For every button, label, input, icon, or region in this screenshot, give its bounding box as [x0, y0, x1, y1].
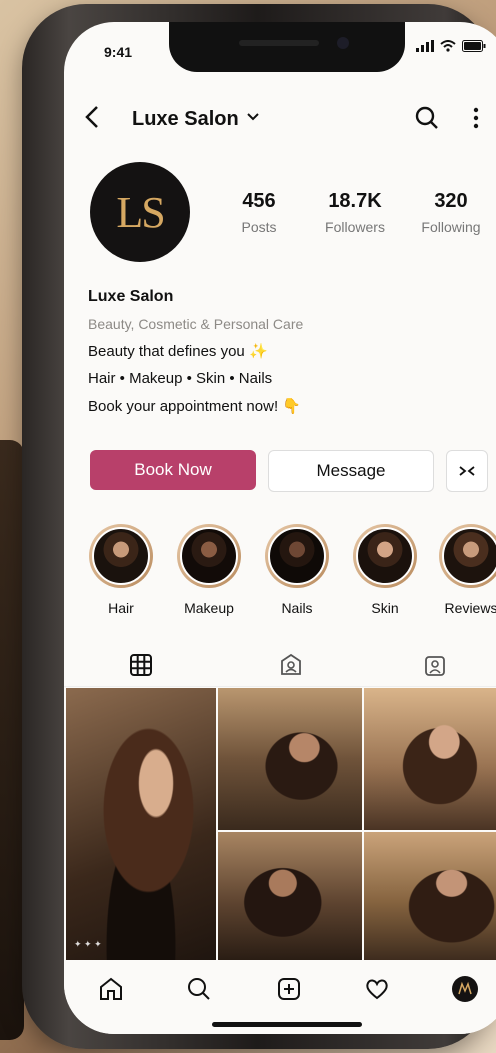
stat-posts[interactable]: 456 Posts — [214, 190, 304, 235]
add-icon[interactable] — [274, 974, 304, 1004]
tagged-tab[interactable] — [420, 650, 450, 680]
back-arrow-icon[interactable] — [84, 104, 100, 136]
highlight-makeup[interactable]: Makeup — [174, 524, 244, 616]
highlight-ring — [439, 524, 496, 588]
highlight-image — [92, 527, 150, 585]
status-time: 9:41 — [104, 44, 133, 60]
highlight-image — [356, 527, 414, 585]
home-indicator[interactable] — [212, 1022, 362, 1027]
highlight-label: Skin — [371, 600, 399, 616]
expand-arrows-icon — [459, 466, 475, 476]
highlight-ring — [89, 524, 153, 588]
highlight-label: Hair — [108, 600, 134, 616]
highlight-skin[interactable]: Skin — [350, 524, 420, 616]
stat-following[interactable]: 320 Following — [406, 190, 496, 235]
wifi-icon — [440, 40, 456, 52]
stat-label: Posts — [241, 219, 277, 235]
search-icon[interactable] — [414, 105, 440, 136]
post-thumbnail[interactable] — [364, 832, 496, 960]
grid-icon — [130, 654, 152, 676]
profile-bio: Luxe Salon Beauty, Cosmetic & Personal C… — [88, 288, 488, 415]
message-button[interactable]: Message — [268, 450, 434, 492]
chevron-down-icon[interactable] — [246, 110, 260, 129]
account-name[interactable]: Luxe Salon — [132, 108, 239, 131]
highlight-label: Nails — [281, 600, 313, 616]
profile-avatar[interactable]: LS — [90, 162, 190, 262]
top-bar: Luxe Salon — [64, 100, 496, 140]
reels-tab[interactable] — [276, 650, 306, 680]
reels-icon — [281, 653, 301, 675]
highlight-image — [268, 527, 326, 585]
stat-value: 320 — [434, 190, 468, 212]
profile-tabs — [64, 640, 496, 687]
bio-line: Book your appointment now! 👇 — [88, 398, 301, 415]
highlight-reviews[interactable]: Reviews — [436, 524, 496, 616]
highlight-ring — [177, 524, 241, 588]
home-icon[interactable] — [96, 974, 126, 1004]
stat-followers[interactable]: 18.7K Followers — [310, 190, 400, 235]
highlight-hair[interactable]: Hair — [86, 524, 156, 616]
post-thumbnail[interactable] — [364, 688, 496, 830]
more-options-icon[interactable] — [472, 106, 480, 135]
profile-name: Luxe Salon — [88, 288, 174, 305]
post-grid: ✦ ✦ ✦ — [66, 688, 496, 960]
book-now-button[interactable]: Book Now — [90, 450, 256, 490]
tagged-icon — [425, 656, 445, 676]
suggest-button[interactable] — [446, 450, 488, 492]
highlight-image — [180, 527, 238, 585]
stat-value: 18.7K — [328, 190, 382, 212]
post-thumbnail[interactable] — [218, 688, 362, 830]
bio-line: Beauty that defines you ✨ — [88, 343, 268, 360]
highlight-image — [442, 527, 496, 585]
phone-frame: 9:41 Luxe Salon LS 456 Posts 18.7K Follo… — [22, 4, 496, 1049]
stat-label: Followers — [325, 219, 385, 235]
post-caption-overlay: ✦ ✦ ✦ — [74, 939, 102, 949]
front-camera — [337, 37, 349, 49]
grid-tab[interactable] — [126, 650, 156, 680]
highlight-ring — [353, 524, 417, 588]
profile-category: Beauty, Cosmetic & Personal Care — [88, 316, 304, 332]
highlight-label: Makeup — [184, 600, 234, 616]
stat-label: Following — [421, 219, 481, 235]
profile-icon[interactable] — [450, 974, 480, 1004]
heart-icon[interactable] — [362, 974, 392, 1004]
speaker — [239, 40, 319, 46]
phone-screen: 9:41 Luxe Salon LS 456 Posts 18.7K Follo… — [64, 22, 496, 1034]
highlight-label: Reviews — [444, 600, 496, 616]
signal-icon — [416, 40, 434, 52]
highlight-ring — [265, 524, 329, 588]
background-phone — [0, 440, 24, 1040]
highlight-nails[interactable]: Nails — [262, 524, 332, 616]
post-thumbnail[interactable]: ✦ ✦ ✦ — [66, 688, 216, 960]
battery-icon — [462, 40, 486, 52]
stat-value: 456 — [242, 190, 276, 212]
post-thumbnail[interactable] — [218, 832, 362, 960]
status-icons — [416, 40, 486, 52]
notch — [169, 22, 405, 72]
avatar-monogram: LS — [116, 187, 165, 237]
search-icon[interactable] — [184, 974, 214, 1004]
bio-line: Hair • Makeup • Skin • Nails — [88, 370, 273, 387]
